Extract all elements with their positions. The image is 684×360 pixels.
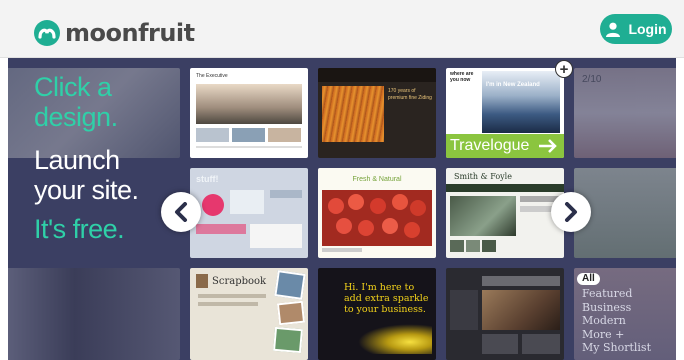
pager-text: 2/10 — [582, 74, 602, 85]
filter-my-shortlist[interactable]: My Shortlist — [574, 341, 676, 355]
travelogue-caption: where are you now — [450, 71, 474, 83]
template-thumb-travelogue[interactable]: where are you now I'm in New Zealand Tra… — [446, 68, 564, 158]
add-to-shortlist-icon[interactable]: + — [555, 60, 573, 78]
filter-featured[interactable]: Featured — [574, 287, 676, 301]
login-button[interactable]: Login — [600, 14, 672, 44]
login-label: Login — [628, 21, 667, 37]
template-thumb-partial-2[interactable]: 2/10 — [574, 68, 676, 158]
template-thumb-dark-wood[interactable]: 170 years of premium fine Ziding — [318, 68, 436, 158]
site-header: moonfruit Login — [0, 0, 684, 58]
fresh-title: Fresh & Natural — [352, 176, 402, 183]
template-thumb-executive[interactable]: The Executive — [190, 68, 308, 158]
arrow-right-icon — [539, 139, 557, 153]
travelogue-sub: I'm in New Zealand — [486, 82, 540, 88]
logo-wordmark: moonfruit — [65, 19, 195, 47]
moonfruit-logo[interactable]: moonfruit — [34, 19, 195, 47]
scrapbook-title: Scrapbook — [212, 276, 267, 287]
template-thumb-scrapbook[interactable]: Scrapbook — [190, 268, 308, 360]
template-filter-menu: All Featured Business Modern More + My S… — [574, 268, 676, 355]
next-arrow-button[interactable] — [551, 192, 591, 232]
executive-title: The Executive — [196, 73, 228, 79]
template-thumb-partial-4[interactable] — [8, 268, 180, 360]
template-thumb-sparkle[interactable]: Hi. I'm here to add extra sparkle to you… — [318, 268, 436, 360]
template-thumb-gourmet[interactable] — [446, 268, 564, 360]
filter-more[interactable]: More + — [574, 328, 676, 342]
hero-line-3: Launch — [34, 145, 120, 175]
smith-foyle-title: Smith & Foyle — [454, 172, 512, 181]
hero-line-1: Click a — [34, 72, 112, 102]
stuff-title: stuff! — [196, 174, 219, 184]
chevron-left-icon — [175, 202, 187, 222]
template-thumb-stuff[interactable]: stuff! — [190, 168, 308, 258]
moonfruit-logo-icon — [34, 20, 60, 46]
template-gallery: The Executive 170 years of premium fine … — [8, 58, 676, 360]
hero-line-2: design. — [34, 102, 118, 132]
previous-arrow-button[interactable] — [161, 192, 201, 232]
travelogue-label: Travelogue — [450, 137, 530, 154]
filter-all[interactable]: All — [577, 273, 600, 285]
sparkle-line-2: add extra sparkle — [344, 293, 429, 304]
sparkle-line-1: Hi. I'm here to — [344, 282, 415, 293]
template-thumb-smith-foyle[interactable]: Smith & Foyle — [446, 168, 564, 258]
filter-modern[interactable]: Modern — [574, 314, 676, 328]
filter-business[interactable]: Business — [574, 301, 676, 315]
user-icon — [606, 22, 621, 37]
template-thumb-fresh-natural[interactable]: Fresh & Natural — [318, 168, 436, 258]
dark-caption: 170 years of premium fine Ziding — [388, 88, 432, 101]
sparkle-line-3: to your business. — [344, 304, 426, 315]
chevron-right-icon — [565, 202, 577, 222]
